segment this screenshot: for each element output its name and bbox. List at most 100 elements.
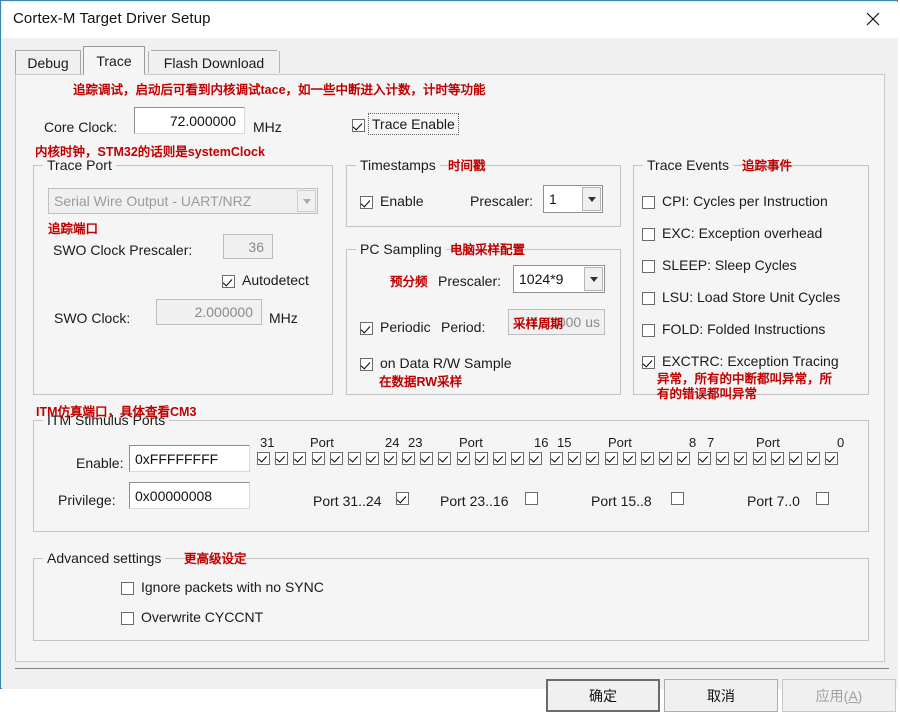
ok-button[interactable]: 确定	[546, 679, 660, 712]
pc-prescaler-label: Prescaler:	[438, 273, 502, 289]
itm-port-bit-23[interactable]	[402, 452, 415, 465]
annotation-timestamps: 时间戳	[448, 159, 486, 173]
itm-group-1-checkbox[interactable]	[525, 492, 538, 505]
itm-port-bit-17[interactable]	[511, 452, 524, 465]
advanced-settings-group: Advanced settings	[33, 550, 869, 641]
cancel-button-label: 取消	[707, 687, 735, 704]
footer-divider	[15, 668, 889, 669]
tab-flash-download[interactable]: Flash Download	[151, 50, 277, 74]
swo-prescaler-value: 36	[248, 238, 264, 255]
itm-port-bit-8[interactable]	[677, 452, 690, 465]
itm-port-bit-31[interactable]	[257, 452, 270, 465]
pc-periodic-box	[360, 322, 373, 335]
itm-marker-15: 15	[557, 435, 572, 450]
itm-privilege-label: Privilege:	[58, 492, 116, 508]
itm-port-bit-26[interactable]	[348, 452, 361, 465]
timestamps-prescaler-label: Prescaler:	[470, 193, 534, 209]
pc-period-label: Period:	[441, 319, 486, 335]
itm-port-bit-30[interactable]	[275, 452, 288, 465]
itm-marker-31: 31	[260, 435, 275, 450]
itm-port-bit-15[interactable]	[550, 452, 563, 465]
itm-port-bit-22[interactable]	[420, 452, 433, 465]
trace-event-exc-label: EXC: Exception overhead	[662, 225, 823, 241]
itm-port-bit-9[interactable]	[659, 452, 672, 465]
itm-port-bit-7[interactable]	[698, 452, 711, 465]
itm-enable-label: Enable:	[76, 455, 124, 471]
itm-port-bit-24[interactable]	[384, 452, 397, 465]
trace-tab-panel: 追踪调试，启动后可看到内核调试tace，如一些中断进入计数，计时等功能 Core…	[15, 74, 885, 662]
trace-event-cpi-label: CPI: Cycles per Instruction	[662, 193, 828, 209]
itm-group-0-checkbox[interactable]	[396, 492, 409, 505]
annotation-itm-ports: ITM仿真端口，具体查看CM3	[36, 405, 197, 419]
apply-button-label-end: )	[857, 687, 863, 704]
close-icon[interactable]	[850, 2, 896, 36]
itm-group-3-checkbox[interactable]	[816, 492, 829, 505]
tab-divider-2	[279, 51, 280, 73]
pc-prescaler-value: 1024*9	[519, 271, 564, 287]
autodetect-label: Autodetect	[242, 272, 309, 288]
itm-port-bit-25[interactable]	[366, 452, 379, 465]
itm-privilege-value: 0x00000008	[135, 487, 213, 504]
itm-port-bit-29[interactable]	[293, 452, 306, 465]
annotation-exctrc-line1: 异常，所有的中断都叫异常，所	[657, 372, 833, 386]
itm-port-bit-16[interactable]	[529, 452, 542, 465]
itm-group-2-checkbox[interactable]	[671, 492, 684, 505]
cancel-button[interactable]: 取消	[664, 679, 778, 712]
itm-port-bit-14[interactable]	[568, 452, 581, 465]
itm-port-bit-10[interactable]	[641, 452, 654, 465]
apply-button-accelerator: A	[848, 687, 858, 704]
itm-group-0-label: Port 31..24	[313, 493, 382, 509]
itm-port-bit-4[interactable]	[753, 452, 766, 465]
itm-port-bit-5[interactable]	[734, 452, 747, 465]
ignore-packets-label: Ignore packets with no SYNC	[141, 579, 324, 595]
itm-port-bit-18[interactable]	[493, 452, 506, 465]
pc-data-rw-label: on Data R/W Sample	[380, 355, 512, 371]
itm-marker-7: 7	[707, 435, 715, 450]
tab-divider	[148, 51, 149, 73]
trace-enable-box	[352, 119, 365, 132]
itm-port-bit-19[interactable]	[475, 452, 488, 465]
core-clock-unit: MHz	[253, 119, 282, 135]
itm-privilege-input[interactable]: 0x00000008	[129, 482, 250, 509]
swo-clock-value: 2.000000	[194, 304, 253, 320]
annotation-pc-sampling: 电脑采样配置	[450, 243, 526, 257]
itm-port-bit-2[interactable]	[789, 452, 802, 465]
itm-port-bit-21[interactable]	[438, 452, 451, 465]
annotation-trace-intro: 追踪调试，启动后可看到内核调试tace，如一些中断进入计数，计时等功能	[73, 83, 486, 97]
chevron-down-icon[interactable]	[584, 267, 603, 291]
itm-port-bit-11[interactable]	[623, 452, 636, 465]
trace-event-fold-box	[642, 324, 655, 337]
itm-port-bit-6[interactable]	[716, 452, 729, 465]
trace-event-exctrc-label: EXCTRC: Exception Tracing	[662, 353, 839, 369]
itm-marker-24: 24	[385, 435, 400, 450]
itm-port-bit-27[interactable]	[330, 452, 343, 465]
pc-prescaler-select[interactable]: 1024*9	[513, 265, 605, 293]
chevron-down-icon[interactable]	[582, 187, 601, 211]
title-bar: Cortex-M Target Driver Setup	[2, 2, 898, 38]
swo-clock-input[interactable]: 2.000000	[156, 299, 262, 325]
itm-port-bit-13[interactable]	[586, 452, 599, 465]
annotation-trace-port: 追踪端口	[48, 222, 99, 236]
trace-port-select[interactable]: Serial Wire Output - UART/NRZ	[48, 188, 318, 214]
tab-debug-label: Debug	[27, 54, 69, 71]
itm-port-bit-12[interactable]	[605, 452, 618, 465]
tab-debug[interactable]: Debug	[15, 50, 81, 74]
itm-port-bit-3[interactable]	[771, 452, 784, 465]
tab-trace[interactable]: Trace	[83, 46, 145, 75]
itm-stimulus-ports-group: ITM Stimulus Ports	[33, 412, 869, 532]
ignore-packets-box	[121, 582, 134, 595]
tab-trace-label: Trace	[96, 52, 132, 69]
chevron-down-icon[interactable]	[297, 190, 316, 212]
swo-prescaler-input[interactable]: 36	[223, 234, 273, 259]
itm-port-bit-1[interactable]	[807, 452, 820, 465]
itm-marker-16: 16	[534, 435, 549, 450]
itm-port-bit-20[interactable]	[457, 452, 470, 465]
pc-data-rw-box	[360, 358, 373, 371]
advanced-title: Advanced settings	[43, 550, 166, 566]
apply-button: 应用(A)	[782, 679, 896, 712]
itm-port-bit-28[interactable]	[312, 452, 325, 465]
core-clock-input[interactable]: 72.000000	[134, 107, 245, 134]
itm-enable-input[interactable]: 0xFFFFFFFF	[129, 445, 250, 472]
timestamps-prescaler-select[interactable]: 1	[543, 185, 603, 213]
itm-port-bit-0[interactable]	[825, 452, 838, 465]
